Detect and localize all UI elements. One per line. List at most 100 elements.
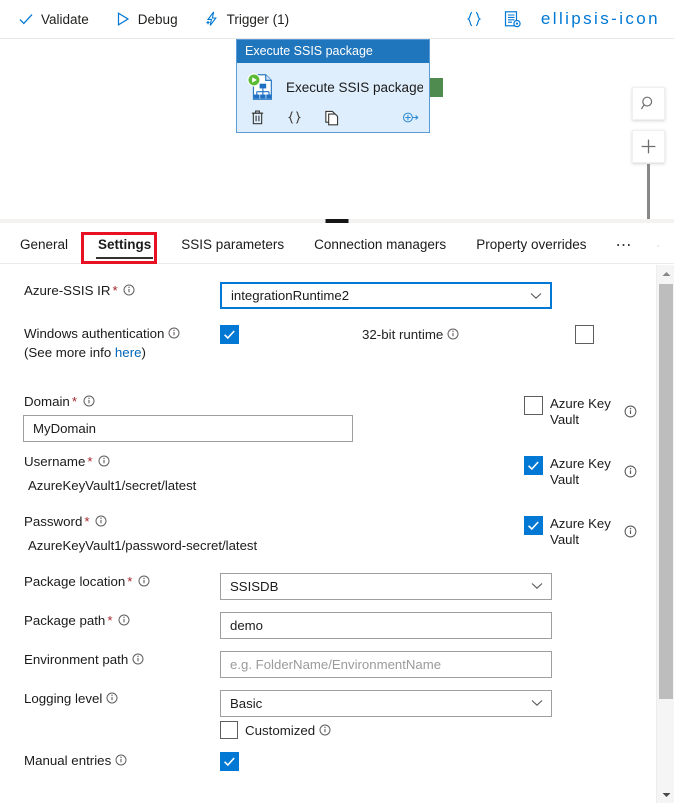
splitter-grip[interactable] xyxy=(326,219,349,223)
plus-icon xyxy=(640,138,657,155)
zoom-slider-track[interactable] xyxy=(647,164,650,219)
password-label: Password* AzureKeyVault1/password-secret… xyxy=(0,513,257,555)
validate-button[interactable]: Validate xyxy=(18,11,89,27)
username-akv-checkbox[interactable] xyxy=(524,456,543,475)
panel-scrollbar[interactable] xyxy=(656,265,674,803)
azure-ssis-ir-value: integrationRuntime2 xyxy=(231,288,349,303)
info-icon[interactable] xyxy=(132,653,144,665)
success-output-handle[interactable] xyxy=(430,78,443,97)
debug-label: Debug xyxy=(138,12,178,27)
document-settings-icon[interactable] xyxy=(503,10,521,28)
info-icon[interactable] xyxy=(98,455,110,467)
more-commands-icon[interactable]: ellipsis-icon xyxy=(541,14,660,24)
tab-ssis-parameters[interactable]: SSIS parameters xyxy=(180,232,285,259)
field-environment-path: Environment path e.g. FolderName/Environ… xyxy=(0,651,655,678)
password-akv-group: Azure Key Vault xyxy=(524,516,637,548)
package-path-control: demo xyxy=(220,612,552,639)
manual-entries-label: Manual entries xyxy=(0,752,220,769)
domain-akv-checkbox[interactable] xyxy=(524,396,543,415)
tab-settings[interactable]: Settings xyxy=(97,232,152,259)
field-logging-level: Logging level Basic Customized xyxy=(0,690,655,739)
field-password: Password* AzureKeyVault1/password-secret… xyxy=(0,513,655,555)
runtime-32bit-checkbox[interactable] xyxy=(575,325,594,344)
manual-entries-control xyxy=(220,752,552,771)
tab-connection-managers[interactable]: Connection managers xyxy=(313,232,447,259)
logging-level-label: Logging level xyxy=(0,690,220,707)
customized-checkbox[interactable] xyxy=(220,721,238,739)
search-icon xyxy=(640,95,657,112)
customized-label: Customized xyxy=(245,723,331,738)
scroll-up-button[interactable] xyxy=(657,265,674,282)
caret-down-icon xyxy=(662,792,671,798)
required-marker: * xyxy=(87,454,92,469)
activity-node-title: Execute SSIS package xyxy=(237,40,429,63)
info-icon[interactable] xyxy=(319,724,331,736)
tab-general[interactable]: General xyxy=(19,232,69,259)
field-username: Username* AzureKeyVault1/secret/latest A… xyxy=(0,453,655,495)
checkmark-icon xyxy=(527,519,540,532)
info-icon[interactable] xyxy=(83,395,95,407)
delete-icon[interactable] xyxy=(249,109,266,126)
info-icon[interactable] xyxy=(447,328,459,340)
environment-path-control: e.g. FolderName/EnvironmentName xyxy=(220,651,552,678)
field-package-location: Package location* SSISDB xyxy=(0,573,655,600)
password-akv-label: Azure Key Vault xyxy=(550,516,614,548)
copy-icon[interactable] xyxy=(323,109,340,126)
required-marker: * xyxy=(72,394,77,409)
command-toolbar: Validate Debug Trigger (1) ellipsis-icon xyxy=(0,0,674,39)
pipeline-canvas[interactable]: Execute SSIS package Execute SSIS packag… xyxy=(0,39,674,219)
package-location-value: SSISDB xyxy=(230,579,278,594)
tabs-overflow-icon[interactable]: ⋯ xyxy=(615,242,633,250)
azure-ssis-ir-dropdown[interactable]: integrationRuntime2 xyxy=(220,282,552,309)
checkmark-icon xyxy=(223,755,236,768)
package-location-dropdown[interactable]: SSISDB xyxy=(220,573,552,600)
debug-button[interactable]: Debug xyxy=(115,11,178,27)
add-output-icon[interactable] xyxy=(402,109,419,126)
info-icon[interactable] xyxy=(168,327,180,339)
logging-level-dropdown[interactable]: Basic xyxy=(220,690,552,717)
password-akv-checkbox[interactable] xyxy=(524,516,543,535)
windows-authentication-hint: (See more info here) xyxy=(24,344,220,361)
checkmark-icon xyxy=(18,11,34,27)
info-icon[interactable] xyxy=(624,525,637,538)
info-icon[interactable] xyxy=(95,515,107,527)
checkmark-icon xyxy=(223,328,236,341)
trigger-button[interactable]: Trigger (1) xyxy=(204,11,290,27)
activity-node-actions xyxy=(237,106,429,132)
package-location-label: Package location* xyxy=(0,573,220,590)
activity-node-execute-ssis-package[interactable]: Execute SSIS package Execute SSIS packag… xyxy=(236,39,430,133)
info-icon[interactable] xyxy=(118,614,130,626)
manual-entries-checkbox[interactable] xyxy=(220,752,239,771)
info-icon[interactable] xyxy=(624,405,637,418)
info-icon[interactable] xyxy=(138,575,150,587)
field-azure-ssis-ir: Azure-SSIS IR* integrationRuntime2 xyxy=(0,282,655,309)
info-icon[interactable] xyxy=(624,465,637,478)
chevron-up-icon[interactable] xyxy=(657,240,660,252)
tab-property-overrides[interactable]: Property overrides xyxy=(475,232,587,259)
panel-splitter[interactable] xyxy=(0,219,674,223)
code-braces-icon[interactable] xyxy=(465,10,483,28)
package-path-input[interactable]: demo xyxy=(220,612,552,639)
windows-authentication-control: 32-bit runtime xyxy=(220,325,552,344)
toolbar-right-actions: ellipsis-icon xyxy=(465,10,660,28)
scroll-down-button[interactable] xyxy=(657,786,674,803)
required-marker: * xyxy=(112,283,117,298)
domain-input[interactable]: MyDomain xyxy=(23,415,353,442)
canvas-search-button[interactable] xyxy=(632,87,665,120)
environment-path-input[interactable]: e.g. FolderName/EnvironmentName xyxy=(220,651,552,678)
info-icon[interactable] xyxy=(106,692,118,704)
windows-authentication-label: Windows authentication (See more info he… xyxy=(0,325,220,361)
domain-label: Domain* MyDomain xyxy=(0,393,353,442)
code-braces-icon[interactable] xyxy=(286,109,303,126)
runtime-32bit-control xyxy=(575,325,594,344)
info-icon[interactable] xyxy=(115,754,127,766)
username-label: Username* AzureKeyVault1/secret/latest xyxy=(0,453,196,495)
field-domain: Domain* MyDomain Azure Key Vault xyxy=(0,393,655,442)
checkmark-icon xyxy=(527,459,540,472)
scrollbar-thumb[interactable] xyxy=(659,284,673,699)
azure-ssis-ir-label: Azure-SSIS IR* xyxy=(0,282,220,299)
info-icon[interactable] xyxy=(123,284,135,296)
windows-authentication-checkbox[interactable] xyxy=(220,325,239,344)
more-info-link[interactable]: here xyxy=(115,345,142,360)
canvas-zoom-in-button[interactable] xyxy=(632,130,665,163)
